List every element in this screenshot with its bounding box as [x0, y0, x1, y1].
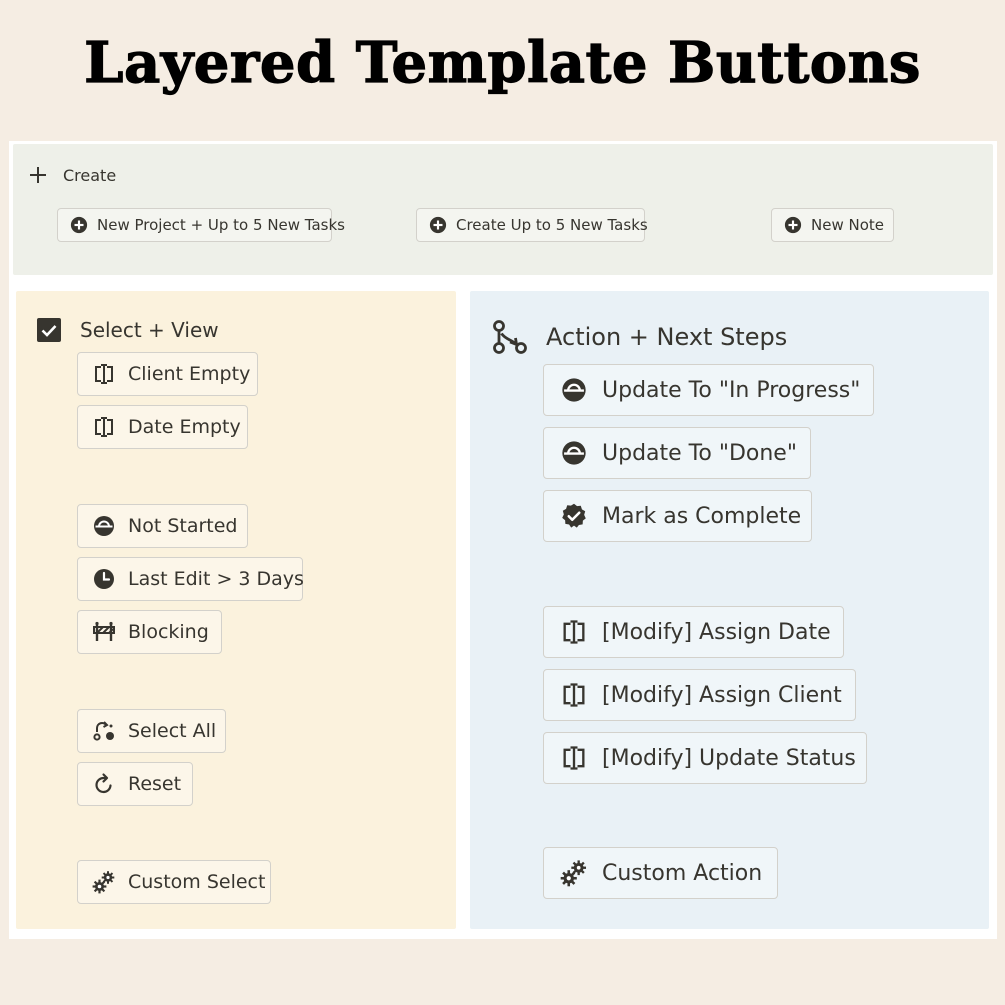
blocking-button[interactable]: Blocking — [77, 610, 222, 654]
checkbox-icon[interactable] — [37, 318, 61, 342]
button-label: Select All — [128, 720, 217, 742]
button-label: Update To "Done" — [602, 440, 797, 466]
plus-circle-icon — [429, 216, 447, 234]
text-cursor-icon — [560, 744, 588, 772]
button-label: Custom Action — [602, 860, 763, 886]
update-done-button[interactable]: Update To "Done" — [543, 427, 811, 479]
action-heading-label: Action + Next Steps — [546, 323, 788, 351]
plus-circle-icon — [70, 216, 88, 234]
clock-icon — [92, 567, 116, 591]
text-cursor-icon — [92, 415, 116, 439]
button-label: Reset — [128, 773, 182, 795]
custom-select-button[interactable]: Custom Select — [77, 860, 271, 904]
button-label: [Modify] Assign Client — [602, 682, 842, 708]
button-label: Update To "In Progress" — [602, 377, 861, 403]
gears-icon — [92, 870, 116, 894]
verified-badge-icon — [560, 502, 588, 530]
new-project-button[interactable]: New Project + Up to 5 New Tasks — [57, 208, 345, 242]
custom-action-button[interactable]: Custom Action — [543, 847, 778, 899]
text-cursor-icon — [560, 618, 588, 646]
last-edit-button[interactable]: Last Edit > 3 Days — [77, 557, 304, 601]
select-all-icon — [92, 719, 116, 743]
update-in-progress-button[interactable]: Update To "In Progress" — [543, 364, 874, 416]
button-label: [Modify] Update Status — [602, 745, 856, 771]
button-label: Not Started — [128, 515, 238, 537]
plus-circle-icon — [784, 216, 802, 234]
branch-icon — [492, 320, 528, 354]
update-status-button[interactable]: [Modify] Update Status — [543, 732, 867, 784]
assign-client-button[interactable]: [Modify] Assign Client — [543, 669, 856, 721]
not-started-button[interactable]: Not Started — [77, 504, 248, 548]
text-cursor-icon — [92, 362, 116, 386]
button-label: Last Edit > 3 Days — [128, 568, 304, 590]
select-all-button[interactable]: Select All — [77, 709, 226, 753]
button-label: Mark as Complete — [602, 503, 802, 529]
button-label: New Project + Up to 5 New Tasks — [97, 216, 345, 234]
assign-date-button[interactable]: [Modify] Assign Date — [543, 606, 844, 658]
progress-circle-icon — [92, 514, 116, 538]
button-label: Client Empty — [128, 363, 251, 385]
create-tasks-button[interactable]: Create Up to 5 New Tasks — [416, 208, 648, 242]
progress-circle-icon — [560, 376, 588, 404]
page-title: Layered Template Buttons — [83, 29, 921, 96]
progress-circle-icon — [560, 439, 588, 467]
button-label: Custom Select — [128, 871, 266, 893]
select-view-heading: Select + View — [37, 316, 219, 344]
select-view-heading-label: Select + View — [80, 318, 219, 342]
reset-icon — [92, 772, 116, 796]
button-label: New Note — [811, 216, 884, 234]
date-empty-button[interactable]: Date Empty — [77, 405, 248, 449]
mark-complete-button[interactable]: Mark as Complete — [543, 490, 812, 542]
create-heading-label: Create — [63, 165, 117, 185]
gears-icon — [560, 859, 588, 887]
client-empty-button[interactable]: Client Empty — [77, 352, 258, 396]
button-label: Blocking — [128, 621, 209, 643]
button-label: [Modify] Assign Date — [602, 619, 831, 645]
new-note-button[interactable]: New Note — [771, 208, 894, 242]
plus-icon — [28, 165, 48, 185]
text-cursor-icon — [560, 681, 588, 709]
barrier-icon — [92, 620, 116, 644]
create-heading[interactable]: Create — [28, 163, 116, 187]
button-label: Date Empty — [128, 416, 241, 438]
button-label: Create Up to 5 New Tasks — [456, 216, 648, 234]
reset-button[interactable]: Reset — [77, 762, 193, 806]
action-heading: Action + Next Steps — [492, 320, 787, 354]
